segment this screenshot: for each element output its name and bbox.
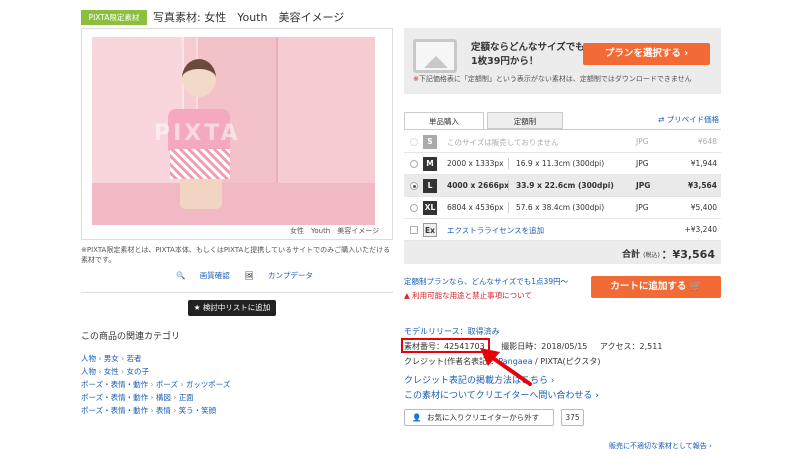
image-icon: 🖼 <box>244 271 254 280</box>
usage-warning-link[interactable]: ▲ 利用可能な用途と禁止事項について <box>404 290 532 301</box>
annotation-arrow-icon <box>480 348 532 386</box>
prepaid-price-link[interactable]: ⇄ プリペイド価格 <box>658 114 719 125</box>
extra-license-link[interactable]: エクストラライセンスを追加 <box>447 225 544 236</box>
comp-data-link[interactable]: 🖼 カンプデータ <box>244 271 313 280</box>
total-row: 合計 (税込) ：¥3,564 <box>404 241 721 264</box>
image-actions: 🔍 画質確認 🖼 カンプデータ <box>176 270 325 281</box>
size-row-s: S このサイズは販売しておりません JPG ¥648 <box>404 131 721 153</box>
size-row-l[interactable]: L 4000 x 2666px 33.9 x 22.6cm (300dpi) J… <box>404 175 721 197</box>
size-row-xl[interactable]: XL 6804 x 4536px 57.6 x 38.4cm (300dpi) … <box>404 197 721 219</box>
size-radio[interactable] <box>410 160 418 168</box>
model-release: モデルリリース：取得済み <box>404 327 500 336</box>
access-count: アクセス：2,511 <box>599 342 663 351</box>
picture-icon <box>413 39 457 73</box>
preview-photo[interactable]: PIXTA <box>92 37 375 225</box>
select-plan-button[interactable]: プランを選択する › <box>583 43 710 65</box>
subscription-plan-link[interactable]: 定額制プランなら、どんなサイズでも1点39円～ <box>404 276 568 287</box>
category-row: ポーズ・表情・動作 › ポーズ › ガッツポーズ <box>81 380 231 389</box>
size-code: M <box>423 157 437 171</box>
user-minus-icon: 👤 <box>412 413 422 422</box>
star-icon: ★ <box>193 303 201 312</box>
divider <box>81 292 393 293</box>
chevron-right-icon: › <box>684 48 689 59</box>
size-row-m[interactable]: M 2000 x 1333px 16.9 x 11.3cm (300dpi) J… <box>404 153 721 175</box>
categories-list: 人物 › 男女 › 若者 人物 › 女性 › 女の子 ポーズ・表情・動作 › ポ… <box>81 352 230 417</box>
favorite-count: 375 <box>561 409 584 426</box>
size-code: S <box>423 135 437 149</box>
size-code: XL <box>423 201 437 215</box>
page-title: 写真素材: 女性 Youth 美容イメージ <box>153 11 345 24</box>
warning-icon: ▲ <box>404 291 410 300</box>
size-radio <box>410 138 418 146</box>
magnifier-icon: 🔍 <box>176 271 186 280</box>
category-row: ポーズ・表情・動作 › 構図 › 正面 <box>81 393 194 402</box>
unfavorite-creator-button[interactable]: 👤 お気に入りクリエイターから外す <box>404 409 554 426</box>
preview-quality-link[interactable]: 🔍 画質確認 <box>176 271 230 280</box>
subscription-promo: 定額ならどんなサイズでも 1枚39円から！ <box>471 42 585 67</box>
exclusive-note: ※PIXTA限定素材とは、PIXTA本体、もしくはPIXTAと提携しているサイト… <box>81 246 391 264</box>
pixta-exclusive-badge: PIXTA限定素材 <box>81 10 147 25</box>
category-row: 人物 › 男女 › 若者 <box>81 354 142 363</box>
subscription-note: ※下記価格表に「定額制」という表示がない素材は、定額制ではダウンロードできません <box>413 75 692 83</box>
image-caption: 女性 Youth 美容イメージ <box>290 227 380 235</box>
size-radio[interactable] <box>410 182 418 190</box>
tab-single-purchase[interactable]: 単品購入 <box>404 112 484 129</box>
watermark: PIXTA <box>154 121 241 146</box>
total-amount: ：¥3,564 <box>661 248 715 261</box>
size-radio[interactable] <box>410 204 418 212</box>
tab-underline <box>404 129 721 130</box>
cart-icon: 🛒 <box>689 281 702 292</box>
report-link[interactable]: 販売に不適切な素材として報告 › <box>609 441 712 451</box>
tab-subscription[interactable]: 定額制 <box>487 112 563 129</box>
category-row: 人物 › 女性 › 女の子 <box>81 367 150 376</box>
size-code: L <box>423 179 437 193</box>
category-row: ポーズ・表情・動作 › 表情 › 笑う・笑顔 <box>81 406 217 415</box>
add-to-cart-button[interactable]: カートに追加する 🛒 <box>591 276 721 298</box>
add-to-wishlist-button[interactable]: ★ 検討中リストに追加 <box>188 300 276 316</box>
size-code: Ex <box>423 223 437 237</box>
swap-icon: ⇄ <box>658 115 665 124</box>
extra-license-row[interactable]: Ex エクストラライセンスを追加 +¥3,240 <box>404 219 721 241</box>
categories-title: この商品の関連カテゴリ <box>81 332 181 342</box>
extra-license-checkbox[interactable] <box>410 226 418 234</box>
